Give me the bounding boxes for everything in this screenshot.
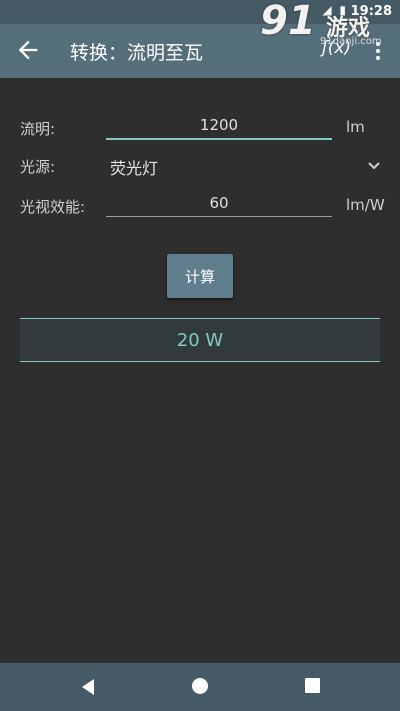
navigation-bar	[0, 663, 400, 711]
efficacy-row: 光视效能: lm/W	[0, 186, 400, 226]
status-bar: ◢ ▮ 19:28	[0, 0, 400, 24]
efficacy-unit: lm/W	[346, 196, 385, 214]
light-source-select[interactable]: 荧光灯	[110, 155, 158, 179]
status-time: 19:28	[350, 4, 392, 19]
lumen-row: 流明: lm	[0, 108, 400, 148]
lumen-unit: lm	[346, 118, 365, 136]
calculate-button[interactable]: 计算	[167, 254, 233, 298]
lumen-input[interactable]	[106, 112, 332, 140]
nav-home-icon[interactable]	[191, 677, 209, 695]
nav-recents-icon[interactable]	[305, 678, 320, 693]
light-source-label: 光源:	[20, 158, 56, 176]
more-options-icon[interactable]	[370, 36, 386, 66]
function-icon[interactable]: ʃ(x)	[322, 38, 351, 58]
nav-back-icon[interactable]	[78, 677, 98, 697]
result-display: 20 W	[20, 318, 380, 362]
lumen-label: 流明:	[20, 120, 56, 138]
page-title: 转换：流明至瓦	[70, 42, 204, 64]
light-source-row[interactable]: 光源: 荧光灯	[0, 146, 400, 186]
efficacy-input[interactable]	[106, 190, 332, 217]
chevron-down-icon[interactable]	[366, 158, 382, 174]
signal-battery-icons: ◢ ▮	[322, 3, 348, 17]
app-bar: 转换：流明至瓦 ʃ(x)	[0, 24, 400, 78]
back-arrow-icon[interactable]	[14, 36, 42, 64]
efficacy-label: 光视效能:	[20, 198, 86, 216]
